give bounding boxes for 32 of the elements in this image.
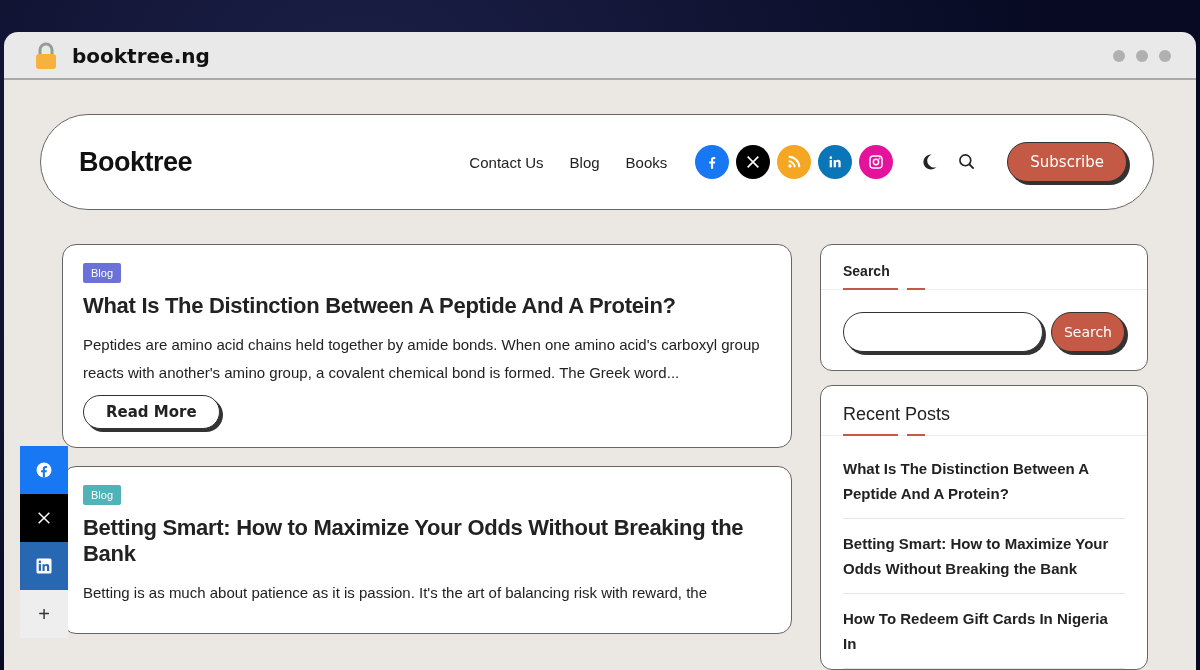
share-facebook-button[interactable] xyxy=(20,446,68,494)
window-dots-icon xyxy=(1112,49,1172,63)
linkedin-icon[interactable] xyxy=(818,145,853,179)
facebook-icon xyxy=(35,461,53,479)
share-x-button[interactable] xyxy=(20,494,68,542)
post-title[interactable]: What Is The Distinction Between A Peptide And A Protein? xyxy=(83,293,676,319)
nav-link[interactable]: Books xyxy=(625,153,668,171)
search-field[interactable] xyxy=(843,312,1043,352)
url-text: booktree.ng xyxy=(72,44,210,68)
search-button[interactable]: Search xyxy=(1050,312,1125,352)
recent-post-link[interactable]: How To Redeem Gift Cards In Nigeria In xyxy=(843,594,1125,669)
share-linkedin-button[interactable] xyxy=(20,542,68,590)
nav-link[interactable]: Contact Us xyxy=(469,153,544,171)
instagram-icon[interactable] xyxy=(859,145,894,179)
x-icon[interactable] xyxy=(736,145,771,179)
share-more-button[interactable]: + xyxy=(20,590,68,638)
lock-icon xyxy=(34,42,58,70)
recent-post-link[interactable]: Betting Smart: How to Maximize Your Odds Without Breaking the Bank xyxy=(843,519,1125,594)
post-excerpt: Peptides are amino acid chains held together by amide bonds. When one amino acid's carboxyl group reacts with another's amino group, a covalent chemical bond is formed. The Greek word... xyxy=(83,335,761,383)
post-title[interactable]: Betting Smart: How to Maximize Your Odds Without Breaking the Bank xyxy=(83,515,771,567)
category-tag[interactable]: Blog xyxy=(83,263,122,283)
read-more-button[interactable]: Read More xyxy=(83,395,220,429)
widget-title: Recent Posts xyxy=(843,404,952,425)
widget-title: Search xyxy=(843,263,891,279)
subscribe-button[interactable]: Subscribe xyxy=(1007,142,1127,182)
linkedin-icon xyxy=(35,557,53,575)
nav-link[interactable]: Blog xyxy=(569,153,600,171)
facebook-icon[interactable] xyxy=(695,145,730,179)
recent-post-link[interactable]: What Is The Distinction Between A Peptide And A Protein? xyxy=(843,444,1125,519)
x-icon xyxy=(36,510,52,526)
post-excerpt: Betting is as much about patience as it is passion. It's the art of balancing risk with reward, the xyxy=(83,583,708,603)
site-logo[interactable]: Booktree xyxy=(79,146,193,178)
